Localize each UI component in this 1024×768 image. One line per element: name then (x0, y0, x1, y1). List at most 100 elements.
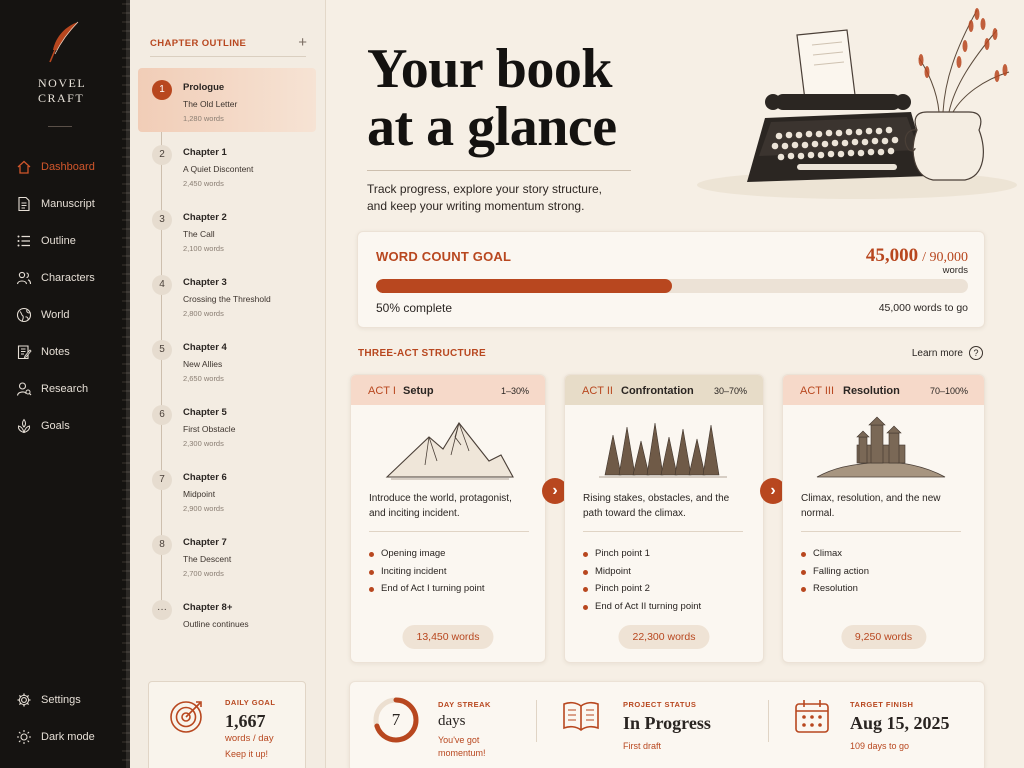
act-card-confrontation[interactable]: ACT II Confrontation 30–70% Rising stake… (564, 374, 764, 663)
act-beats: Opening image Inciting incident End of A… (369, 545, 485, 598)
nav-item-research[interactable]: Research (16, 378, 88, 400)
help-icon: ? (969, 346, 983, 360)
chapter-number-badge: 6 (152, 405, 172, 425)
nav-item-outline[interactable]: Outline (16, 230, 76, 252)
act-number: ACT III (800, 385, 835, 397)
chapter-title: Chapter 4 (183, 342, 227, 353)
act-divider (583, 531, 743, 532)
chapter-item[interactable]: 5 Chapter 4 New Allies 2,650 words (138, 328, 316, 392)
chapter-item[interactable]: 4 Chapter 3 Crossing the Threshold 2,800… (138, 263, 316, 327)
target-finish-label: TARGET FINISH (850, 700, 914, 709)
act-range: 30–70% (713, 386, 747, 396)
chapter-item[interactable]: 3 Chapter 2 The Call 2,100 words (138, 198, 316, 262)
nav-item-notes[interactable]: Notes (16, 341, 70, 363)
page-subtitle-line-2: and keep your writing momentum strong. (367, 199, 585, 213)
nav-item-world[interactable]: World (16, 304, 70, 326)
beat-item: End of Act I turning point (369, 580, 485, 598)
logo-divider (48, 126, 72, 127)
chapter-word-count: 1,280 words (183, 114, 224, 123)
nav-item-dashboard[interactable]: Dashboard (16, 156, 95, 178)
act-header: ACT I Setup 1–30% (351, 375, 545, 405)
act-header: ACT II Confrontation 30–70% (565, 375, 763, 405)
chapter-word-count: 2,800 words (183, 309, 224, 318)
chapter-item[interactable]: ··· Chapter 8+ Outline continues (138, 588, 316, 652)
torn-edge-decoration (122, 0, 130, 768)
nav-item-manuscript[interactable]: Manuscript (16, 193, 95, 215)
chapter-title: Chapter 3 (183, 277, 227, 288)
nav-label: Dashboard (41, 161, 95, 173)
chapter-number-badge: 7 (152, 470, 172, 490)
nav-label: Research (41, 383, 89, 395)
learn-more-label: Learn more (911, 347, 963, 359)
title-divider (367, 170, 631, 171)
settings-button[interactable]: Settings (16, 689, 81, 711)
document-icon (16, 196, 32, 212)
gear-icon (16, 692, 32, 708)
app-name-line-2: CRAFT (38, 91, 85, 105)
outline-heading: CHAPTER OUTLINE (150, 38, 247, 49)
outline-divider (150, 56, 306, 57)
chapter-item[interactable]: 1 Prologue The Old Letter 1,280 words (138, 68, 316, 132)
home-icon (16, 159, 32, 175)
chapter-outline-panel: CHAPTER OUTLINE + 1 Prologue The Old Let… (130, 0, 326, 768)
act-number: ACT I (368, 385, 396, 397)
act-description: Introduce the world, protagonist, and in… (369, 493, 512, 519)
beat-item: Falling action (801, 563, 869, 581)
nav-item-goals[interactable]: Goals (16, 415, 70, 437)
act-number: ACT II (582, 385, 613, 397)
target-finish-value: Aug 15, 2025 (850, 713, 950, 733)
beat-item: Climax (801, 545, 869, 563)
sun-icon (16, 729, 32, 745)
chapter-item[interactable]: 8 Chapter 7 The Descent 2,700 words (138, 523, 316, 587)
act-beats: Climax Falling action Resolution (801, 545, 869, 598)
beat-item: End of Act II turning point (583, 598, 701, 616)
word-count-goal-card: WORD COUNT GOAL 45,000 / 90,000 words 50… (357, 231, 985, 328)
castle-illustration (816, 416, 946, 478)
act-range: 70–100% (929, 386, 968, 396)
nav-item-characters[interactable]: Characters (16, 267, 95, 289)
add-chapter-button[interactable]: + (298, 34, 307, 51)
goal-label: WORD COUNT GOAL (376, 249, 512, 264)
dashboard-main: Your book at a glance Track progress, ex… (327, 0, 1024, 768)
dark-mode-toggle[interactable]: Dark mode (16, 726, 95, 748)
beat-item: Pinch point 1 (583, 545, 701, 563)
chapter-subtitle: A Quiet Discontent (183, 164, 254, 174)
chapter-subtitle: New Allies (183, 359, 223, 369)
learn-more-link[interactable]: Learn more ? (912, 346, 983, 360)
project-status-note: First draft (623, 741, 662, 751)
chapter-item[interactable]: 7 Chapter 6 Midpoint 2,900 words (138, 458, 316, 522)
streak-count: 7 (391, 710, 401, 729)
chapter-subtitle: Outline continues (183, 619, 249, 629)
daily-goal-value: 1,667 (225, 711, 266, 731)
nav-label: Goals (41, 420, 70, 432)
open-book-icon (563, 701, 599, 732)
chapter-word-count: 2,300 words (183, 439, 224, 448)
chapter-item[interactable]: 6 Chapter 5 First Obstacle 2,300 words (138, 393, 316, 457)
progress-bar (376, 279, 968, 293)
streak-note: You've got momentum! (438, 734, 486, 760)
act-name: Setup (403, 385, 434, 397)
act-card-resolution[interactable]: ACT III Resolution 70–100% Climax, resol… (782, 374, 985, 663)
chapter-number-badge: 4 (152, 275, 172, 295)
act-card-setup[interactable]: ACT I Setup 1–30% Introduce the world, p… (350, 374, 546, 663)
mountain-illustration (385, 422, 514, 480)
chapter-word-count: 2,650 words (183, 374, 224, 383)
chapter-subtitle: The Descent (183, 554, 232, 564)
quill-icon (49, 21, 79, 63)
act-name: Confrontation (621, 385, 694, 397)
page-subtitle: Track progress, explore your story struc… (367, 181, 657, 215)
chapter-subtitle: The Old Letter (183, 99, 238, 109)
page-title-line-1: Your book (367, 38, 613, 100)
chapter-item[interactable]: 2 Chapter 1 A Quiet Discontent 2,450 wor… (138, 133, 316, 197)
daily-goal-card: DAILY GOAL 1,667 words / day Keep it up! (148, 681, 306, 768)
chapter-title: Chapter 8+ (183, 602, 233, 613)
forest-illustration (599, 422, 727, 478)
chapter-title: Prologue (183, 82, 225, 93)
list-icon (16, 233, 32, 249)
chapter-word-count: 2,900 words (183, 504, 224, 513)
target-icon (16, 418, 32, 434)
chapter-word-count: 2,450 words (183, 179, 224, 188)
chapter-number-badge: 2 (152, 145, 172, 165)
nav-label: Notes (41, 346, 70, 358)
chapter-subtitle: The Call (183, 229, 215, 239)
